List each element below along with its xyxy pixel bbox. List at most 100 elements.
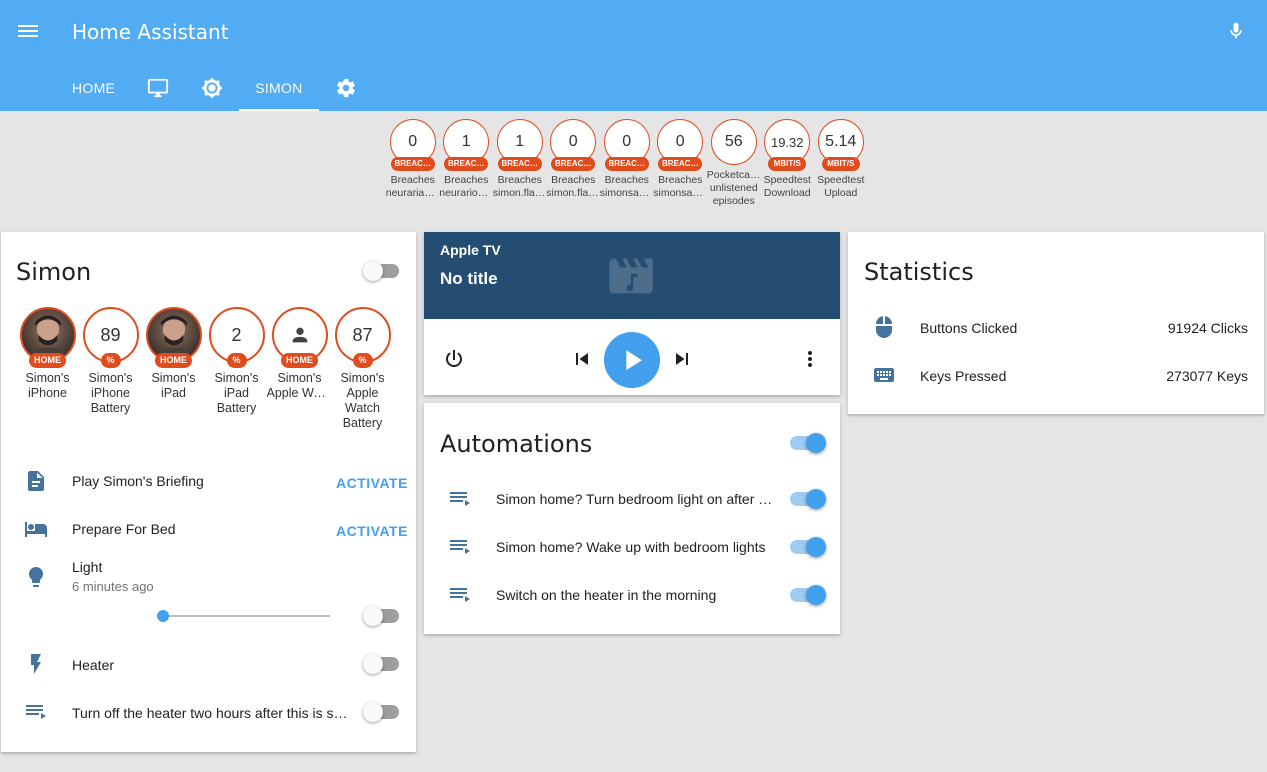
playlist-play-icon [448,487,472,511]
bed-icon [24,517,48,541]
badge-unit: HOME [281,353,318,368]
automations-card: Automations Simon home? Turn bedroom lig… [424,403,840,634]
statistics-card: Statistics Buttons Clicked 91924 Clicks … [848,232,1264,414]
tab-settings[interactable] [319,64,373,111]
badge-speedtest-upload[interactable]: 5.14 MBIT/S Speedtest Upload [814,119,868,208]
simon-card: Simon HOME Simon's iPhone 89 % Simon's iPh… [1,232,416,752]
simon-group-toggle[interactable] [363,261,399,281]
badge-breaches-5[interactable]: 0 BREAC… Breaches simonsay… [600,119,654,208]
badge-pocketcasts[interactable]: 56 Pocketcas… unlistened episodes [707,119,761,208]
badge-breaches-6[interactable]: 0 BREAC… Breaches simonsay… [653,119,707,208]
script-file-icon [24,469,48,493]
activate-bed-button[interactable]: ACTIVATE [336,523,408,539]
playlist-play-icon [448,583,472,607]
badge-breaches-3[interactable]: 1 BREAC… Breaches simon.flav… [493,119,547,208]
badge-unit: % [352,353,373,368]
badge-label: Simon's Apple Wat… [266,371,333,400]
playlist-play-icon [24,700,48,724]
lightbulb-icon [24,565,48,589]
automations-group-toggle[interactable] [788,433,826,453]
stat-value: 273077 Keys [1166,368,1248,384]
media-artwork-area: Apple TV No title [424,232,840,319]
badge-label: Breaches neurario@… [439,174,494,199]
app-title: Home Assistant [72,20,229,44]
badge-unit: MBIT/S [821,157,860,171]
play-icon [626,350,642,371]
badge-unit: HOME [155,353,192,368]
brightness-icon [201,77,223,98]
badge-speedtest-download[interactable]: 19.32 MBIT/S Speedtest Download [761,119,815,208]
badge-label: Speedtest Download [763,174,811,199]
person-badge-ipad[interactable]: HOME Simon's iPad [142,307,205,431]
automation-name: Simon home? Turn bedroom light on after … [496,491,773,507]
badge-unit: BREAC… [658,157,703,171]
badge-unit: BREAC… [444,157,489,171]
badge-label: Simon's iPad Battery [214,371,259,415]
heater-toggle[interactable] [363,654,399,674]
automation-toggle-heater-morning[interactable] [788,585,826,605]
movie-icon [600,250,662,302]
person-badge-watch-battery[interactable]: 87 % Simon's Apple Watch Battery [331,307,394,431]
scene-name: Prepare For Bed [72,521,176,537]
person-badge-ipad-battery[interactable]: 2 % Simon's iPad Battery [205,307,268,431]
more-vertical-icon[interactable] [798,347,822,376]
power-icon[interactable] [442,347,466,376]
automation-toggle-bedroom-light[interactable] [788,489,826,509]
badge-breaches-1[interactable]: 0 BREAC… Breaches neuraria@… [386,119,440,208]
view-tabs: HOME SIMON [56,64,373,111]
menu-icon[interactable] [18,22,38,40]
microphone-icon[interactable] [1226,20,1246,42]
badge-label: Breaches simonsay… [599,174,654,199]
badge-value: 56 [710,119,757,165]
light-toggle[interactable] [363,606,399,626]
card-title: Statistics [864,258,974,286]
tab-home[interactable]: HOME [56,64,131,111]
skip-previous-icon[interactable] [570,347,594,376]
badge-label: Pocketcas… unlistened episodes [706,169,761,207]
flash-icon [24,652,48,676]
automation-name: Turn off the heater two hours after this… [72,705,348,721]
settings-icon [336,78,355,97]
media-player-card: Apple TV No title [424,232,840,395]
media-title: No title [440,269,498,288]
badge-label: Simon's iPad [151,371,196,400]
app-header: Home Assistant HOME SIMON [0,0,1267,111]
automation-name: Switch on the heater in the morning [496,587,717,603]
badge-unit: HOME [29,353,66,368]
play-button[interactable] [604,332,660,388]
person-badge-iphone[interactable]: HOME Simon's iPhone [16,307,79,431]
mouse-icon [872,315,896,339]
person-badge-iphone-battery[interactable]: 89 % Simon's iPhone Battery [79,307,142,431]
skip-next-icon[interactable] [670,347,694,376]
badge-unit: MBIT/S [768,157,807,171]
badge-unit: % [226,353,247,368]
media-source-name: Apple TV [440,242,501,258]
badge-breaches-2[interactable]: 1 BREAC… Breaches neurario@… [439,119,494,208]
badge-label: Simon's iPhone Battery [88,371,133,415]
activate-briefing-button[interactable]: ACTIVATE [336,475,408,491]
heater-off-automation-toggle[interactable] [363,702,399,722]
monitor-icon [148,78,169,97]
slider-knob[interactable] [157,610,169,622]
badge-label: Breaches neuraria@… [385,174,440,199]
badge-unit: BREAC… [497,157,542,171]
automation-name: Simon home? Wake up with bedroom lights [496,539,766,555]
card-title: Simon [16,258,92,286]
brightness-slider[interactable] [157,610,330,622]
stat-name: Buttons Clicked [920,320,1018,336]
person-badges: HOME Simon's iPhone 89 % Simon's iPhone Bat… [16,307,394,431]
badge-label: Speedtest Upload [817,174,865,199]
person-badge-watch[interactable]: HOME Simon's Apple Wat… [266,307,333,431]
automation-toggle-wake-up[interactable] [788,537,826,557]
stat-value: 91924 Clicks [1167,320,1248,336]
badge-unit: BREAC… [604,157,649,171]
tab-monitor[interactable] [131,64,185,111]
badge-breaches-4[interactable]: 0 BREAC… Breaches simon.flav… [546,119,600,208]
tab-simon[interactable]: SIMON [239,64,319,111]
stat-name: Keys Pressed [920,368,1007,384]
scene-name: Play Simon's Briefing [72,473,204,489]
badge-unit: BREAC… [390,157,435,171]
badge-unit: % [100,353,121,368]
badge-row: 0 BREAC… Breaches neuraria@… 1 BREAC… Bre… [386,119,868,208]
tab-brightness[interactable] [185,64,239,111]
